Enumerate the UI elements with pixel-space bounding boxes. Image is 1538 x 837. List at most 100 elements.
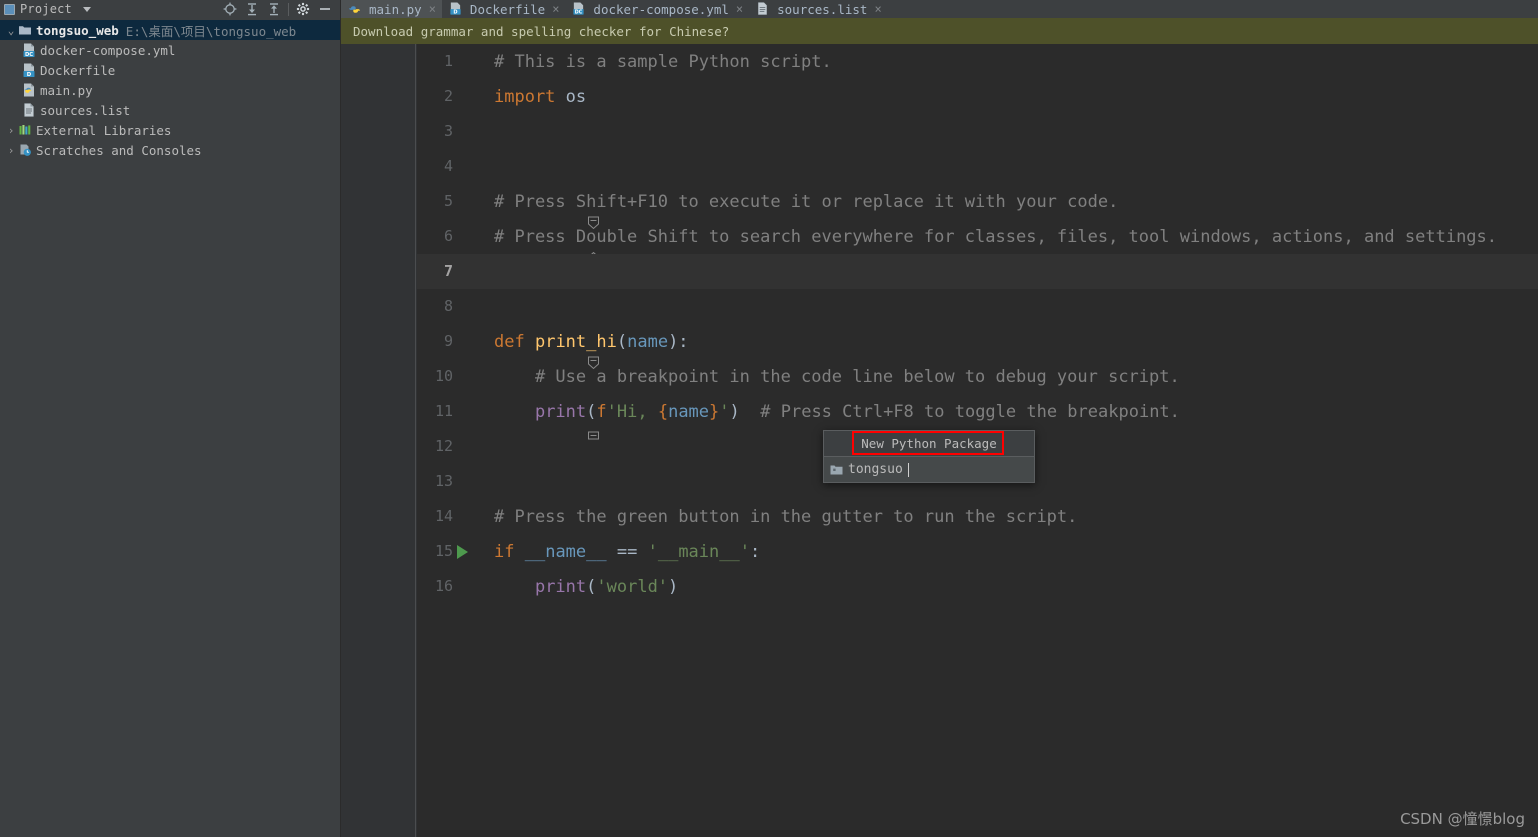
- chevron-right-icon[interactable]: ›: [4, 125, 18, 136]
- line-number: 10: [434, 367, 453, 385]
- project-tool-window: Project ⌄ tongsuo_web E:\桌面\项目\tongsuo_w…: [0, 0, 341, 837]
- expand-all-icon[interactable]: [241, 0, 263, 18]
- popup-header: New Python Package: [824, 431, 1034, 457]
- tab-label: main.py: [369, 1, 422, 17]
- docker-compose-file-icon: DC: [572, 2, 585, 16]
- line-number: 1: [443, 52, 453, 70]
- line-text: # Press Shift+F10 to execute it or repla…: [494, 191, 1119, 212]
- run-gutter-icon[interactable]: [457, 544, 468, 559]
- fold-end-icon[interactable]: [485, 405, 600, 439]
- project-root-path: E:\桌面\项目\tongsuo_web: [125, 23, 297, 39]
- tab-main-py[interactable]: main.py ×: [341, 0, 442, 18]
- svg-text:D: D: [27, 71, 32, 77]
- tree-item-project-root[interactable]: ⌄ tongsuo_web E:\桌面\项目\tongsuo_web: [0, 20, 340, 40]
- tree-item-scratches-and-consoles[interactable]: › Scratches and Consoles: [0, 140, 340, 160]
- pycharm-window: Project ⌄ tongsuo_web E:\桌面\项目\tongsuo_w…: [0, 0, 1538, 837]
- notification-message: Download grammar and spelling checker fo…: [353, 23, 730, 39]
- line-number: 3: [443, 122, 453, 140]
- editor-tab-bar: main.py × D Dockerfile × DC docker-compo…: [341, 0, 1538, 18]
- code-line: 9 def print_hi(name):: [417, 324, 1538, 369]
- chevron-expanded-icon[interactable]: ⌄: [4, 25, 18, 36]
- code-line: 3: [417, 114, 1538, 149]
- line-text: print(f'Hi, {name}') # Press Ctrl+F8 to …: [534, 401, 1180, 422]
- tree-item-sources-list[interactable]: sources.list: [0, 100, 340, 120]
- tab-docker-compose-yml[interactable]: DC docker-compose.yml ×: [565, 0, 749, 18]
- line-number: 5: [443, 192, 453, 210]
- gear-icon[interactable]: [292, 0, 314, 18]
- project-panel-header: Project: [0, 0, 340, 18]
- chevron-right-icon[interactable]: ›: [4, 145, 18, 156]
- project-panel-toolbar: [219, 0, 336, 18]
- tree-item-main-py[interactable]: main.py: [0, 80, 340, 100]
- svg-text:D: D: [453, 10, 457, 16]
- tree-item-external-libraries[interactable]: › External Libraries: [0, 120, 340, 140]
- code-line: 4: [417, 149, 1538, 184]
- svg-text:DC: DC: [575, 10, 583, 16]
- tab-sources-list[interactable]: sources.list ×: [749, 0, 888, 18]
- text-file-icon: [22, 102, 36, 118]
- fold-collapse-icon[interactable]: [485, 195, 600, 229]
- project-file-tree: ⌄ tongsuo_web E:\桌面\项目\tongsuo_web DC do…: [0, 18, 340, 160]
- code-line-current: 7: [417, 254, 1538, 289]
- fold-collapse-icon[interactable]: [485, 335, 600, 369]
- tree-item-dockerfile[interactable]: D Dockerfile: [0, 60, 340, 80]
- python-file-icon: [348, 3, 361, 16]
- dockerfile-icon: D: [449, 2, 462, 16]
- line-text: # Use a breakpoint in the code line belo…: [494, 366, 1180, 387]
- close-icon[interactable]: ×: [736, 2, 743, 16]
- package-name-input[interactable]: tongsuo: [824, 457, 1034, 482]
- fold-collapse-icon[interactable]: [485, 230, 600, 264]
- docker-compose-file-icon: DC: [22, 43, 36, 58]
- chevron-down-icon[interactable]: [82, 6, 91, 12]
- code-line: 10 # Use a breakpoint in the code line b…: [417, 359, 1538, 394]
- code-line: 5 # Press Shift+F10 to execute it or rep…: [417, 184, 1538, 229]
- tree-item-label: docker-compose.yml: [40, 42, 176, 58]
- line-text: def print_hi(name):: [494, 331, 689, 352]
- line-text: # Press Double Shift to search everywher…: [494, 226, 1498, 247]
- tab-label: docker-compose.yml: [593, 1, 729, 17]
- tree-item-label: Scratches and Consoles: [36, 142, 202, 158]
- locate-target-icon[interactable]: [219, 0, 241, 18]
- fold-rail: [415, 44, 416, 837]
- minimize-icon[interactable]: [314, 0, 336, 18]
- popup-title: New Python Package: [861, 436, 997, 451]
- code-line: 14 # Press the green button in the gutte…: [417, 499, 1538, 534]
- line-number: 4: [443, 157, 453, 175]
- line-number: 8: [443, 297, 453, 315]
- project-root-label: tongsuo_web: [36, 22, 119, 38]
- text-file-icon: [756, 2, 769, 16]
- code-line: 15 if __name__ == '__main__':: [417, 534, 1538, 569]
- new-python-package-popup[interactable]: New Python Package tongsuo: [823, 430, 1035, 483]
- project-panel-title: Project: [20, 2, 72, 16]
- line-number: 7: [443, 262, 453, 280]
- line-number: 16: [434, 577, 453, 595]
- close-icon[interactable]: ×: [552, 2, 559, 16]
- code-line: 11 print(f'Hi, {name}') # Press Ctrl+F8 …: [417, 394, 1538, 439]
- external-libraries-icon: [18, 123, 32, 137]
- text-caret: [907, 462, 909, 477]
- tab-dockerfile[interactable]: D Dockerfile ×: [442, 0, 566, 18]
- tree-item-label: sources.list: [40, 102, 131, 118]
- line-number: 14: [434, 507, 453, 525]
- editor-gutter[interactable]: [341, 44, 417, 837]
- close-icon[interactable]: ×: [874, 2, 881, 16]
- toolbar-divider: [288, 2, 289, 16]
- tree-item-docker-compose[interactable]: DC docker-compose.yml: [0, 40, 340, 60]
- code-line: 1 # This is a sample Python script.: [417, 44, 1538, 79]
- close-icon[interactable]: ×: [429, 2, 436, 16]
- collapse-all-icon[interactable]: [263, 0, 285, 18]
- line-number: 11: [434, 402, 453, 420]
- scratches-icon: [18, 143, 32, 157]
- line-number: 12: [434, 437, 453, 455]
- line-number: 2: [443, 87, 453, 105]
- line-number: 13: [434, 472, 453, 490]
- line-number: 15: [434, 542, 453, 560]
- tree-item-label: Dockerfile: [40, 62, 116, 78]
- dockerfile-icon: D: [22, 63, 36, 78]
- project-panel-title-group[interactable]: Project: [4, 2, 91, 16]
- tab-label: sources.list: [777, 1, 868, 17]
- project-panel-icon: [4, 3, 15, 15]
- line-number: 6: [443, 227, 453, 245]
- notification-bar[interactable]: Download grammar and spelling checker fo…: [341, 18, 1538, 44]
- package-folder-icon: [830, 464, 843, 476]
